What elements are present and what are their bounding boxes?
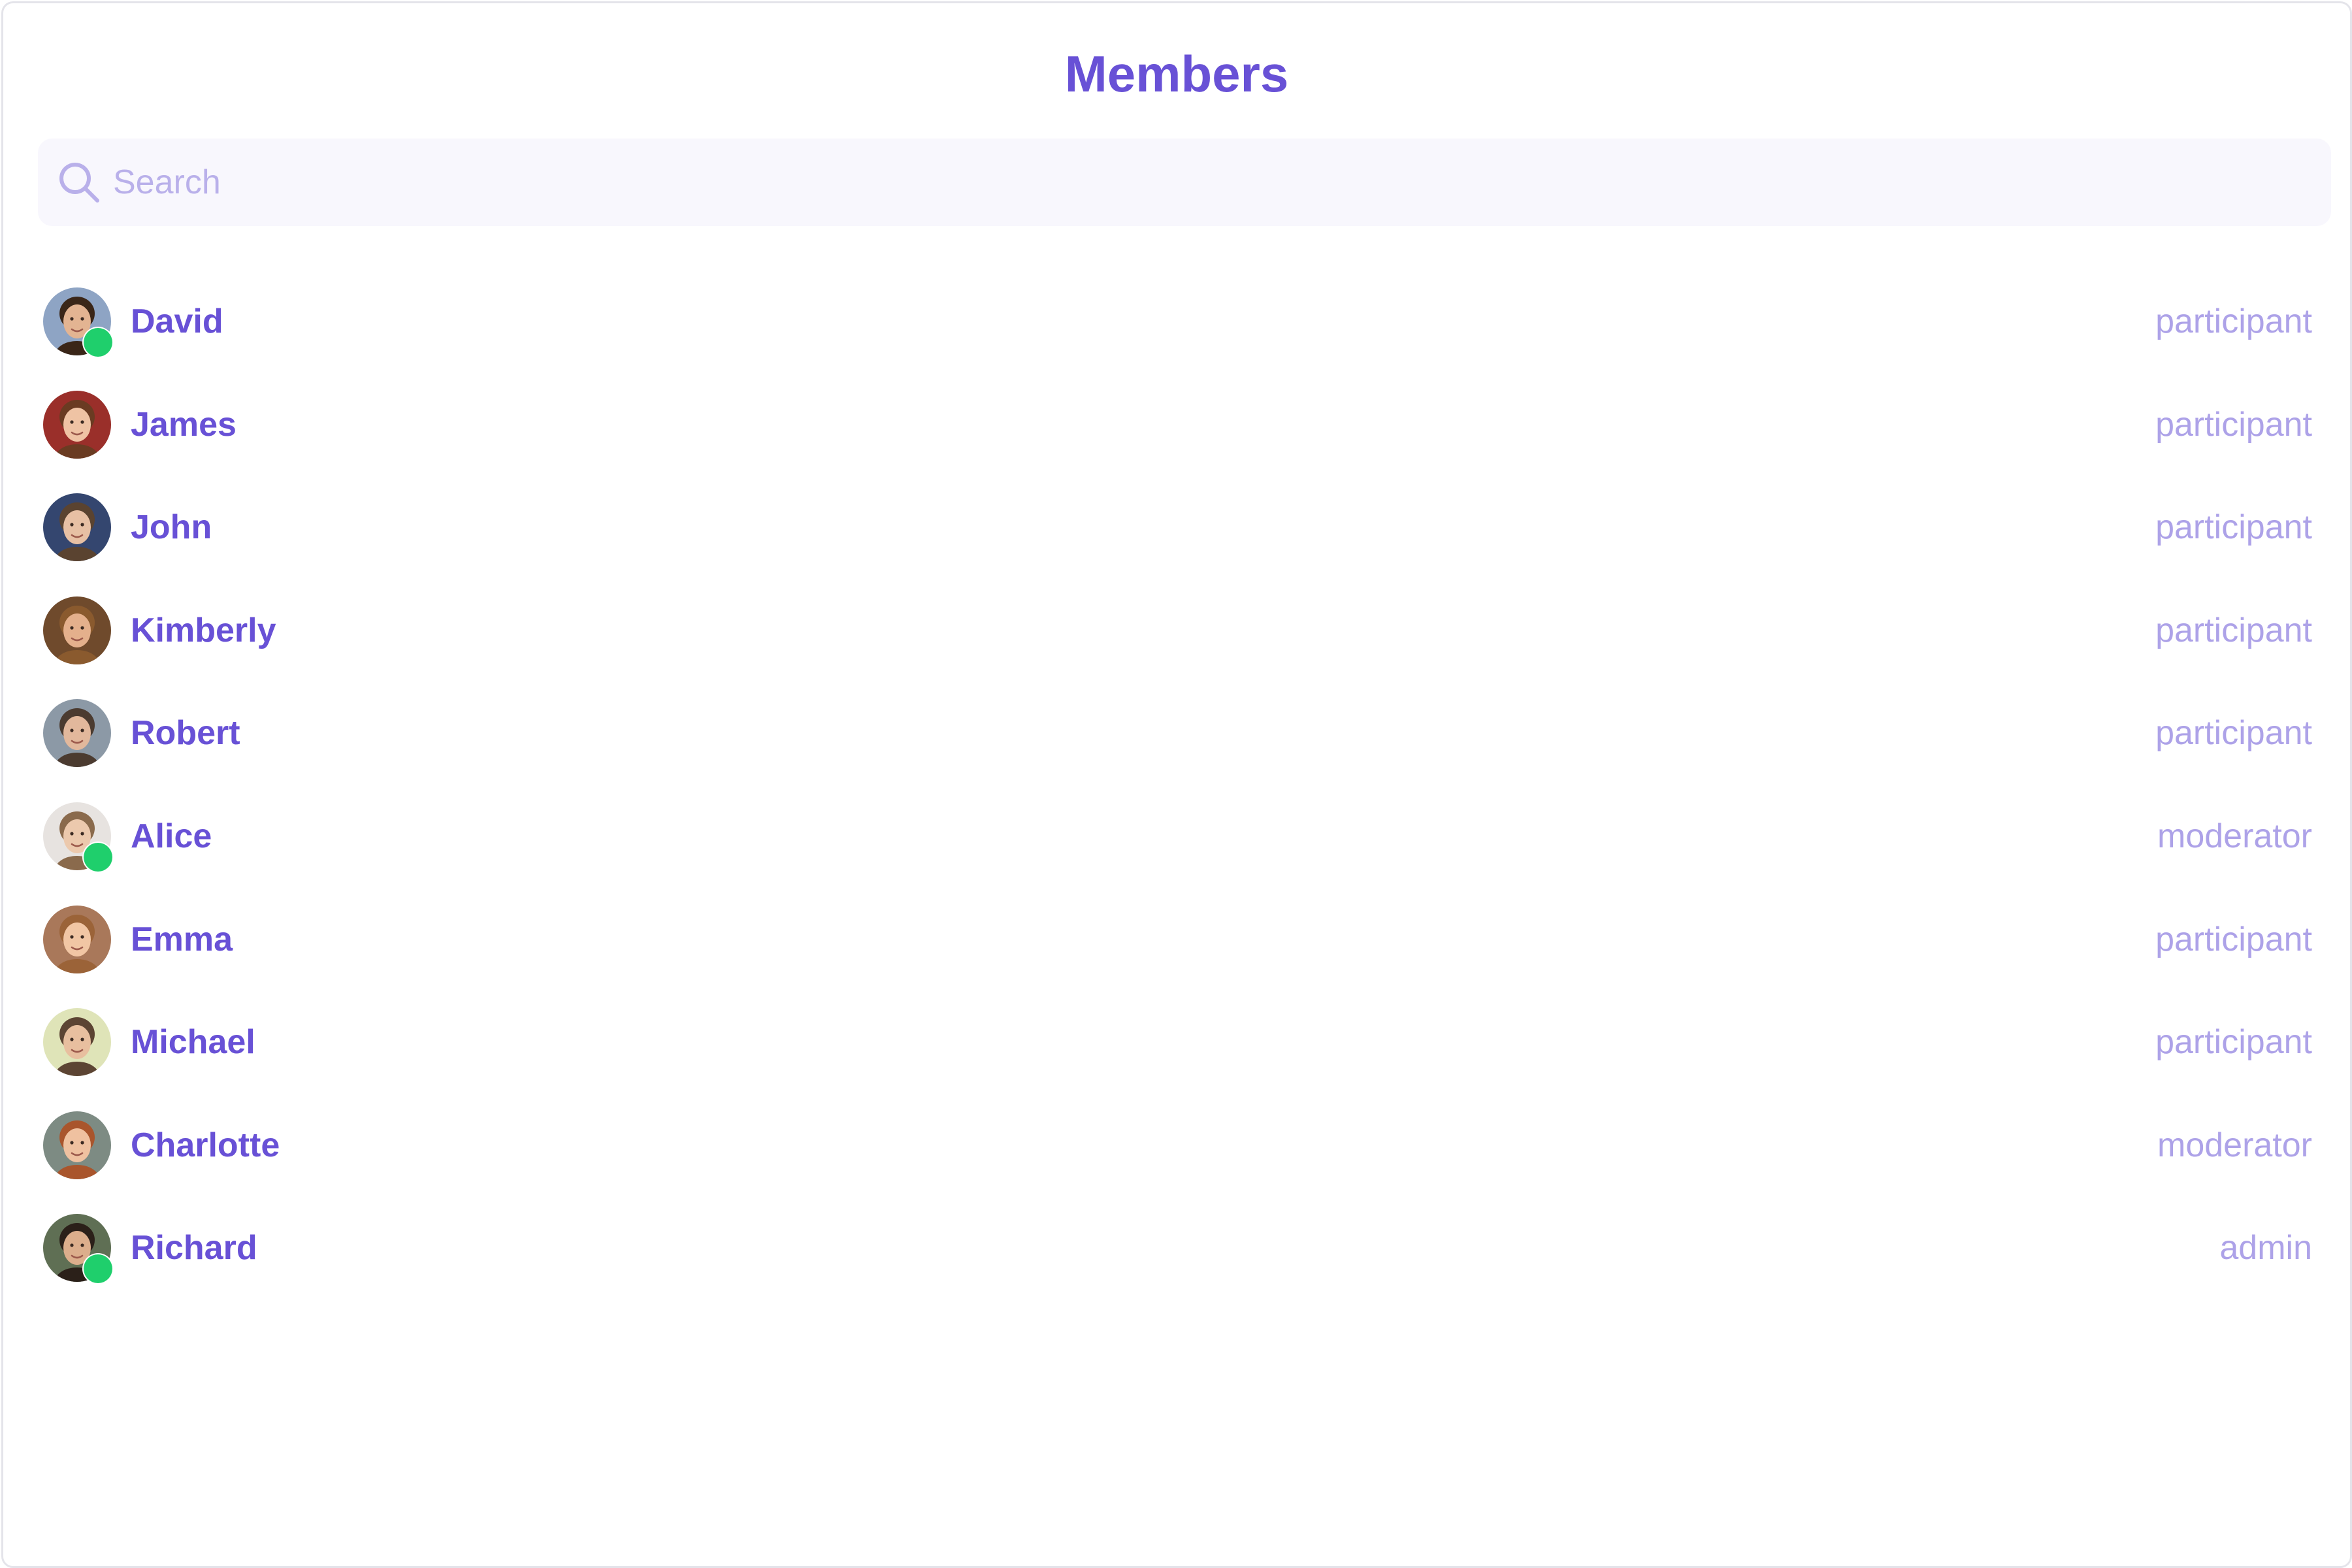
member-row-emma[interactable]: Emma participant [3, 892, 2350, 996]
search-bar[interactable] [38, 139, 2331, 226]
member-role: admin [2219, 1229, 2312, 1267]
search-icon [59, 163, 99, 203]
member-name: Michael [131, 1023, 255, 1062]
avatar [43, 1008, 111, 1077]
search-input[interactable] [104, 139, 2331, 226]
member-name: Emma [131, 920, 233, 958]
online-status-dot [84, 328, 112, 357]
avatar-image [43, 596, 111, 664]
avatar-container [43, 905, 111, 973]
member-row-michael[interactable]: Michael participant [3, 995, 2350, 1098]
member-role: participant [2155, 302, 2312, 340]
member-role: participant [2155, 714, 2312, 753]
member-row-alice[interactable]: Alice moderator [3, 789, 2350, 892]
avatar [43, 699, 111, 768]
member-name: Richard [131, 1229, 257, 1267]
avatar-container [43, 699, 111, 768]
avatar [43, 905, 111, 973]
avatar-container [43, 390, 111, 459]
member-role: participant [2155, 405, 2312, 444]
avatar [43, 493, 111, 562]
avatar-container [43, 596, 111, 664]
avatar-container [43, 287, 112, 357]
avatar [43, 1111, 111, 1179]
member-row-robert[interactable]: Robert participant [3, 686, 2350, 789]
avatar-image [43, 390, 111, 459]
online-status-dot [84, 842, 112, 872]
member-row-john[interactable]: John participant [3, 480, 2350, 583]
member-name: Charlotte [131, 1126, 280, 1164]
member-name: David [131, 302, 223, 340]
avatar-container [43, 1111, 111, 1179]
avatar-image [43, 699, 111, 768]
avatar [43, 390, 111, 459]
member-name: John [131, 508, 212, 547]
member-row-richard[interactable]: Richard admin [3, 1201, 2350, 1304]
member-role: participant [2155, 508, 2312, 547]
member-row-james[interactable]: James participant [3, 378, 2350, 481]
avatar-container [43, 1008, 111, 1077]
avatar-container [43, 1214, 112, 1284]
online-status-dot [84, 1254, 112, 1284]
member-name: Kimberly [131, 611, 276, 649]
avatar-image [43, 493, 111, 562]
member-role: participant [2155, 1023, 2312, 1062]
member-row-david[interactable]: David participant [3, 274, 2350, 378]
member-role: moderator [2157, 1126, 2312, 1164]
member-role: participant [2155, 611, 2312, 649]
member-role: participant [2155, 920, 2312, 958]
avatar-container [43, 802, 112, 872]
member-list: David participant James participant John… [3, 274, 2350, 1304]
members-panel: Members David participa [1, 1, 2352, 1568]
page-title: Members [1064, 45, 1289, 103]
member-role: moderator [2157, 817, 2312, 855]
member-name: Robert [131, 714, 240, 753]
avatar-image [43, 1111, 111, 1179]
member-row-charlotte[interactable]: Charlotte moderator [3, 1098, 2350, 1201]
avatar-container [43, 493, 111, 562]
member-name: James [131, 405, 237, 444]
member-name: Alice [131, 817, 212, 855]
avatar-image [43, 905, 111, 973]
avatar-image [43, 1008, 111, 1077]
member-row-kimberly[interactable]: Kimberly participant [3, 583, 2350, 687]
avatar [43, 596, 111, 664]
